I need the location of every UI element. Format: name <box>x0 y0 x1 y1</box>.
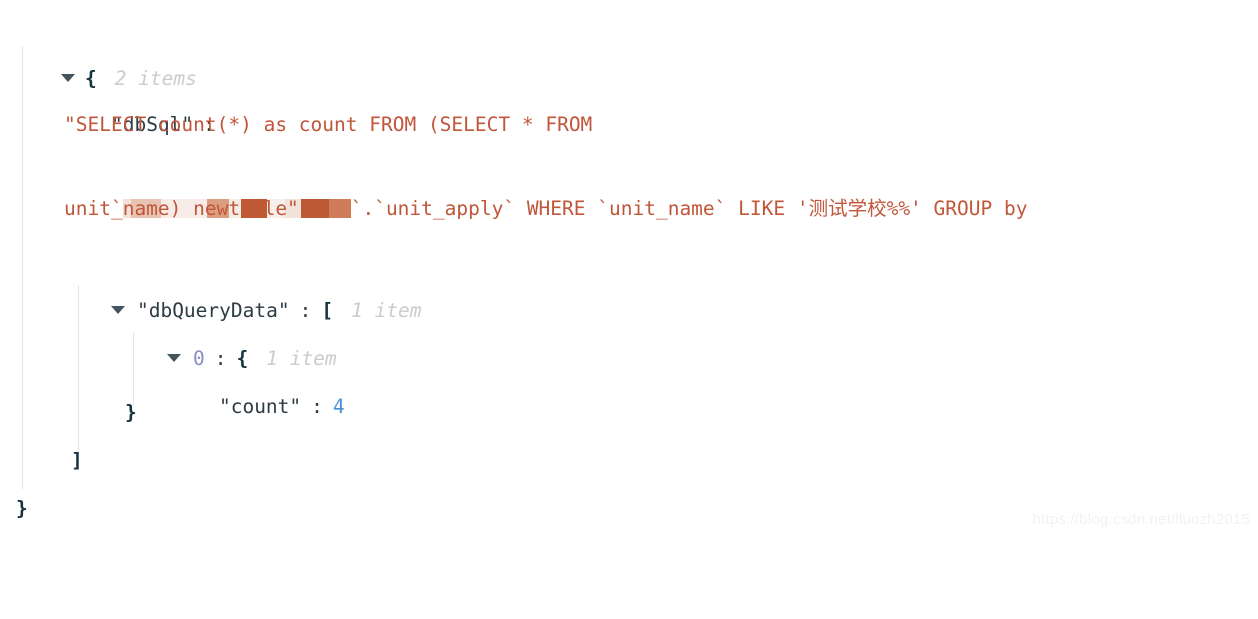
db-query-data-close-bracket: ] <box>71 449 83 472</box>
count-field-row: "count":4 <box>172 344 345 470</box>
count-field-value[interactable]: 4 <box>333 395 345 418</box>
db-sql-value-line-3[interactable]: unit_name) newtable" <box>64 188 299 230</box>
element-close-brace: } <box>125 401 137 424</box>
json-tree-viewer: {2 items "dbSql": "SELECT count(*) as co… <box>0 0 1258 534</box>
watermark: https://blog.csdn.net/lluozh2015 <box>1032 511 1250 528</box>
db-sql-line-2-suffix: `.`unit_apply` WHERE `unit_name` LIKE '测… <box>350 197 1028 220</box>
root-close-brace: } <box>16 497 28 520</box>
redacted-database-name-icon-2 <box>300 199 351 218</box>
db-query-data-item-count: 1 item <box>351 299 422 322</box>
db-sql-value-line-1[interactable]: "SELECT count(*) as count FROM (SELECT *… <box>64 104 592 146</box>
count-field-key[interactable]: "count" <box>219 395 301 418</box>
count-field-colon: : <box>311 395 323 418</box>
